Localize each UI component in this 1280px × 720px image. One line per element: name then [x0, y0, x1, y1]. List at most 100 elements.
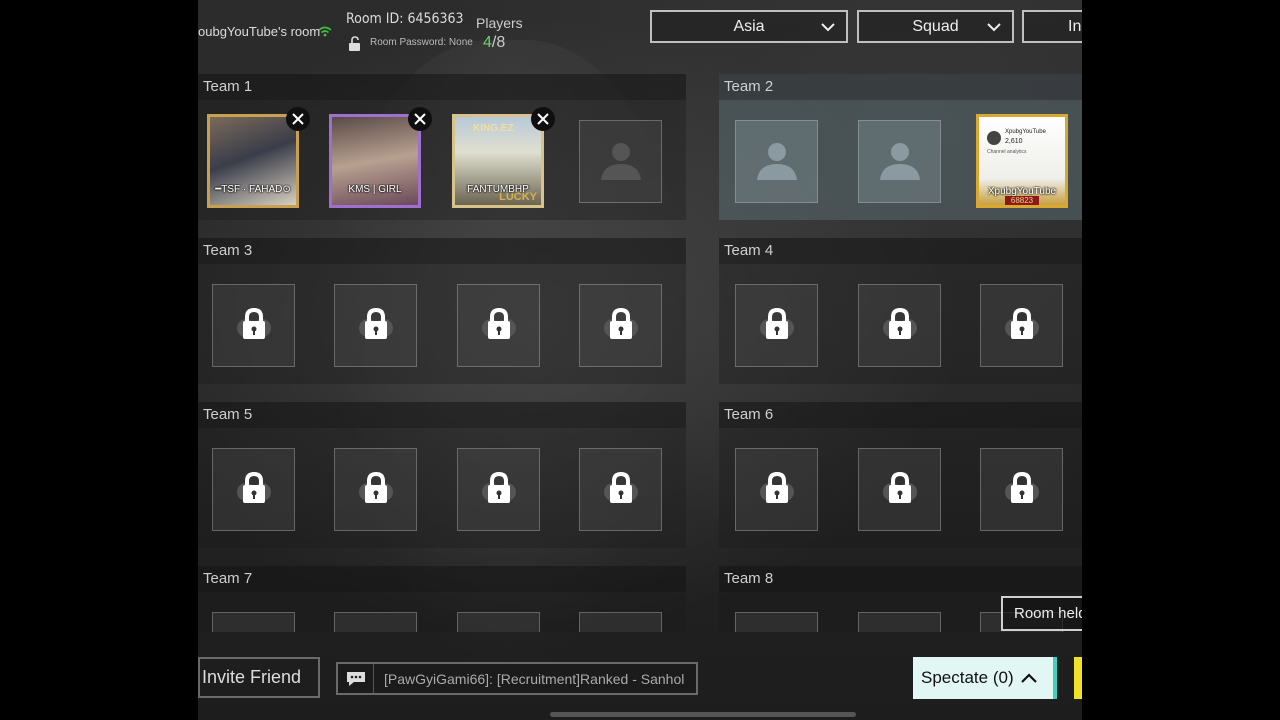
team-3-slots [198, 264, 686, 384]
lock-icon [882, 471, 917, 503]
kick-player-button[interactable] [408, 107, 432, 131]
team-3: Team 3 [198, 238, 686, 384]
team-6-slots [719, 428, 1082, 548]
locked-slot[interactable] [212, 448, 295, 531]
locked-slot[interactable] [334, 284, 417, 367]
host-avatar-icon [987, 131, 1001, 145]
locked-slot[interactable] [212, 612, 295, 632]
team-1-slots: ━TSF · FAHAD⊙ KMS | GIRL KING.EZ LUCKY F… [198, 100, 686, 220]
lock-icon [759, 307, 794, 339]
lock-icon [481, 471, 516, 503]
team-5-slots [198, 428, 686, 548]
wifi-icon [318, 26, 332, 37]
team-3-label: Team 3 [198, 238, 686, 264]
empty-slot[interactable] [735, 120, 818, 203]
home-indicator[interactable] [550, 712, 856, 717]
player-card-1[interactable]: ━TSF · FAHAD⊙ [207, 114, 299, 208]
team-5: Team 5 [198, 402, 686, 548]
region-dropdown[interactable]: Asia [650, 10, 848, 43]
person-silhouette-icon [600, 142, 641, 180]
locked-slot[interactable] [457, 612, 540, 632]
kick-player-button[interactable] [286, 107, 310, 131]
mode-value: Squad [912, 17, 959, 35]
players-current: 4 [483, 34, 492, 51]
lock-icon [236, 307, 271, 339]
room-password: Room Password: None [370, 37, 473, 48]
close-icon [292, 113, 304, 125]
locked-slot[interactable] [212, 284, 295, 367]
lock-icon [603, 307, 638, 339]
player-name: KMS | GIRL [348, 184, 402, 195]
team-2: Team 2 XpubgYouTube 2,610 Channel analyt… [719, 74, 1082, 220]
locked-slot[interactable] [334, 612, 417, 632]
players-label: Players [476, 15, 523, 31]
players-total: /8 [491, 34, 506, 51]
room-name: oubgYouTube's room [198, 24, 321, 39]
empty-slot[interactable] [579, 120, 662, 203]
player-card-3[interactable]: KING.EZ LUCKY FANTUMBHP [452, 114, 544, 208]
locked-slot[interactable] [735, 448, 818, 531]
invite-dropdown-label: In [1068, 17, 1082, 35]
lock-icon [236, 471, 271, 503]
spectate-button[interactable]: Spectate (0) [913, 657, 1057, 699]
close-icon [414, 113, 426, 125]
chevron-up-icon [1020, 673, 1037, 683]
locked-slot[interactable] [579, 612, 662, 632]
team-8-label: Team 8 [719, 566, 1082, 592]
locked-slot[interactable] [735, 284, 818, 367]
person-silhouette-icon [879, 142, 920, 180]
game-screen: oubgYouTube's room Room ID: 6456363 Room… [198, 0, 1082, 720]
empty-slot[interactable] [858, 120, 941, 203]
locked-slot[interactable] [457, 284, 540, 367]
card-logo-text: KING.EZ [473, 123, 514, 134]
chat-button[interactable] [338, 664, 374, 693]
player-badge: 68823 [1005, 196, 1039, 205]
room-id: Room ID: 6456363 [346, 11, 464, 27]
chat-message: [PawGyiGami66]: [Recruitment]Ranked - Sa… [384, 670, 685, 687]
card-analytics: Channel analytics [987, 149, 1027, 155]
locked-slot[interactable] [980, 448, 1063, 531]
team-6-label: Team 6 [719, 402, 1082, 428]
kick-player-button[interactable] [531, 107, 555, 131]
player-name: ━TSF · FAHAD⊙ [215, 184, 291, 195]
locked-slot[interactable] [579, 284, 662, 367]
team-7-label: Team 7 [198, 566, 686, 592]
locked-slot[interactable] [735, 612, 818, 632]
chat-bar[interactable]: [PawGyiGami66]: [Recruitment]Ranked - Sa… [336, 662, 698, 695]
player-card-host[interactable]: XpubgYouTube 2,610 Channel analytics Xpu… [976, 114, 1068, 208]
region-value: Asia [733, 17, 765, 35]
person-silhouette-icon [756, 142, 797, 180]
start-button[interactable] [1074, 657, 1082, 699]
team-1-label: Team 1 [198, 74, 686, 100]
lock-icon [759, 471, 794, 503]
card-channel-name: XpubgYouTube [1005, 129, 1046, 135]
lock-icon [481, 307, 516, 339]
locked-slot[interactable] [980, 284, 1063, 367]
team-6: Team 6 [719, 402, 1082, 548]
chat-bubble-icon [346, 671, 365, 686]
team-4-slots [719, 264, 1082, 384]
invite-dropdown[interactable]: In [1022, 10, 1082, 43]
lock-icon [358, 471, 393, 503]
invite-friend-button[interactable]: Invite Friend [198, 657, 320, 698]
close-icon [537, 113, 549, 125]
team-4-label: Team 4 [719, 238, 1082, 264]
locked-slot[interactable] [858, 612, 941, 632]
lock-icon [1004, 307, 1039, 339]
team-7: Team 7 [198, 566, 686, 632]
locked-slot[interactable] [457, 448, 540, 531]
player-card-2[interactable]: KMS | GIRL [329, 114, 421, 208]
players-count: 4/8 [483, 34, 505, 52]
team-2-label: Team 2 [719, 74, 1082, 100]
lock-icon [349, 36, 360, 51]
lock-icon [358, 307, 393, 339]
locked-slot[interactable] [334, 448, 417, 531]
player-name: FANTUMBHP [467, 184, 529, 195]
team-5-label: Team 5 [198, 402, 686, 428]
locked-slot[interactable] [858, 448, 941, 531]
mode-dropdown[interactable]: Squad [857, 10, 1014, 43]
card-count: 2,610 [1005, 138, 1023, 145]
lock-icon [1004, 471, 1039, 503]
locked-slot[interactable] [579, 448, 662, 531]
locked-slot[interactable] [858, 284, 941, 367]
